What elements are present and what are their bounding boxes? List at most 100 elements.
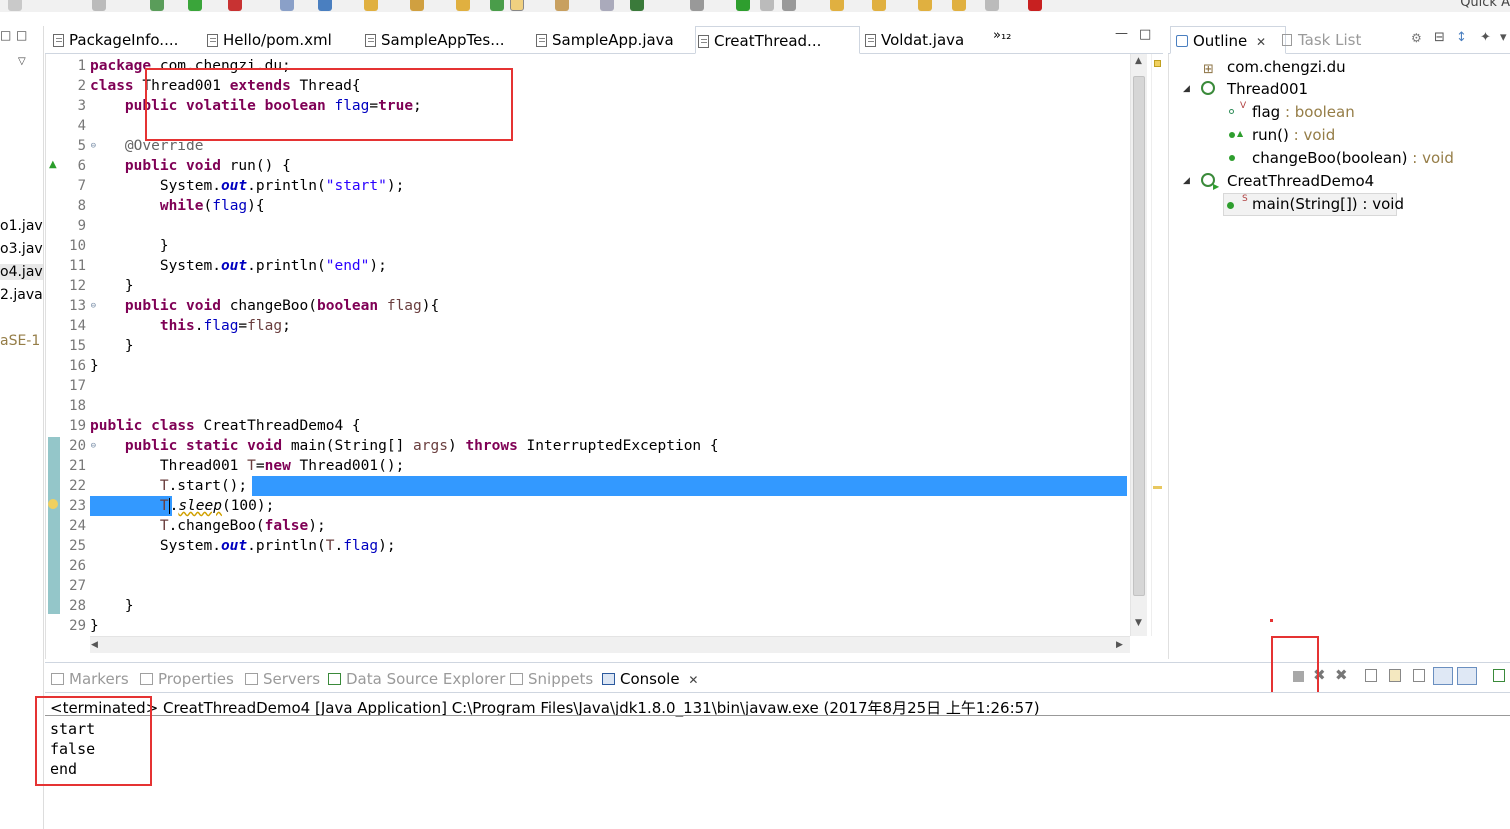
warning-marker-icon[interactable]	[1154, 60, 1161, 67]
maximize-icon[interactable]: □	[1139, 27, 1151, 42]
code-line: }	[90, 618, 99, 634]
hide-fields-icon[interactable]: ✦	[1480, 30, 1491, 45]
toolbar-icon[interactable]	[456, 0, 470, 11]
scroll-left-icon[interactable]: ◀	[91, 640, 98, 650]
toolbar-icon[interactable]	[985, 0, 999, 11]
tab-console[interactable]: Console ✕	[600, 663, 704, 693]
toolbar-icon[interactable]	[410, 0, 424, 11]
tab-outline[interactable]: Outline ✕	[1170, 26, 1286, 54]
tab-markers[interactable]: Markers	[49, 663, 129, 693]
toolbar-icon[interactable]	[1028, 0, 1042, 11]
maximize-icon[interactable]: □	[16, 28, 27, 42]
toolbar-icon[interactable]	[555, 0, 569, 11]
quick-access[interactable]: Quick A	[1460, 0, 1510, 10]
line-number: 1	[77, 58, 86, 74]
explorer-item[interactable]: 2.java	[0, 287, 43, 303]
show-on-stdout-icon[interactable]	[1433, 667, 1453, 685]
external-tools-icon[interactable]	[228, 0, 242, 11]
java-file-icon	[698, 35, 709, 48]
outline-item-package[interactable]: com.chengzi.du	[1227, 56, 1346, 78]
clear-console-icon[interactable]	[1365, 669, 1377, 682]
minimize-icon[interactable]: —	[1115, 26, 1128, 41]
resume-icon[interactable]	[736, 0, 750, 11]
toolbar-icon[interactable]	[760, 0, 774, 11]
scroll-right-icon[interactable]: ▶	[1116, 640, 1123, 650]
horizontal-scrollbar[interactable]: ◀ ▶	[90, 636, 1130, 653]
toolbar-icon[interactable]	[690, 0, 704, 11]
open-folder-icon[interactable]	[364, 0, 378, 11]
vertical-scrollbar[interactable]: ▲ ▼	[1130, 54, 1147, 636]
bottom-tab-bar: Markers Properties Servers Data Source E…	[45, 636, 1510, 719]
code-editor[interactable]: ▲ 1 2 3 4 5 6 7 8 9 10 11 12 13 14 15 16…	[45, 54, 1163, 659]
explorer-item[interactable]: aSE-1	[0, 333, 40, 349]
tab-creatthread[interactable]: CreatThread...✕	[695, 26, 877, 54]
tab-snippets[interactable]: Snippets	[508, 663, 593, 693]
tab-servers[interactable]: Servers	[243, 663, 320, 693]
sort-alpha-icon[interactable]: ↕	[1456, 30, 1467, 45]
toolbar-icon[interactable]	[782, 0, 796, 11]
close-icon[interactable]: ✕	[688, 673, 698, 687]
line-number[interactable]: 20	[46, 436, 96, 456]
show-on-stderr-icon[interactable]	[1457, 667, 1477, 685]
line-number: 16	[69, 358, 86, 374]
toolbar-icon[interactable]	[600, 0, 614, 11]
occurrence-marker-icon[interactable]	[1153, 486, 1162, 489]
line-number-ruler: ▲ 1 2 3 4 5 6 7 8 9 10 11 12 13 14 15 16…	[46, 54, 96, 636]
line-number[interactable]: 5	[46, 136, 96, 156]
tab-sampleapptest[interactable]: SampleAppTes...	[363, 26, 505, 54]
override-icon: ▲	[1237, 129, 1244, 138]
code-text[interactable]: package com.chengzi.du; class Thread001 …	[90, 54, 1127, 636]
outline-item-changeboo[interactable]: changeBoo(boolean) : void	[1252, 147, 1454, 169]
scrollbar-thumb[interactable]	[1133, 76, 1145, 596]
tab-voldat[interactable]: Voldat.java	[863, 26, 964, 54]
explorer-item[interactable]: o3.java	[0, 241, 43, 257]
toolbar-icon[interactable]	[630, 0, 644, 11]
outline-item-main[interactable]: main(String[]) : void	[1252, 193, 1404, 215]
pin-console-icon[interactable]	[1493, 669, 1505, 682]
tab-pom-xml[interactable]: Hello/pom.xml	[205, 26, 332, 54]
toolbar-icon[interactable]	[830, 0, 844, 11]
scroll-up-icon[interactable]: ▲	[1135, 56, 1142, 66]
view-menu-icon[interactable]: ▽	[18, 56, 26, 67]
minimize-icon[interactable]: □	[0, 28, 11, 42]
tab-data-source-explorer[interactable]: Data Source Explorer	[326, 663, 505, 693]
tab-overflow[interactable]: »₁₂	[993, 28, 1011, 43]
outline-item-thread001[interactable]: Thread001	[1227, 78, 1308, 100]
toolbar-icon[interactable]	[510, 0, 524, 11]
code-line: public void run() {	[124, 158, 291, 174]
outline-item-flag[interactable]: flag : boolean	[1252, 101, 1355, 123]
toolbar-icon[interactable]	[318, 0, 332, 11]
tab-task-list[interactable]: Task List	[1278, 26, 1361, 54]
line-number[interactable]: 13	[46, 296, 96, 316]
line-number: 25	[69, 538, 86, 554]
explorer-item[interactable]: o4.java	[0, 264, 43, 280]
scroll-down-icon[interactable]: ▼	[1135, 618, 1142, 628]
expand-arrow-icon[interactable]: ◢	[1183, 84, 1190, 94]
debug-icon[interactable]	[150, 0, 164, 11]
tab-properties[interactable]: Properties	[138, 663, 234, 693]
explorer-item[interactable]: o1.java	[0, 218, 43, 234]
toolbar-icon[interactable]	[490, 0, 504, 11]
word-wrap-icon[interactable]	[1413, 669, 1425, 682]
outline-item-run[interactable]: run() : void	[1252, 124, 1335, 146]
console-view[interactable]: <terminated> CreatThreadDemo4 [Java Appl…	[35, 692, 1510, 829]
outline-item-creatthreaddemo4[interactable]: CreatThreadDemo4	[1227, 170, 1374, 192]
tab-packageinfo[interactable]: PackageInfo....	[51, 26, 178, 54]
tab-sampleapp[interactable]: SampleApp.java	[534, 26, 674, 54]
close-icon[interactable]: ✕	[1256, 35, 1266, 49]
toolbar-icon[interactable]	[280, 0, 294, 11]
view-menu-icon[interactable]: ▾	[1500, 30, 1507, 45]
forward-icon[interactable]	[952, 0, 966, 11]
toolbar-icon[interactable]	[92, 0, 106, 11]
expand-arrow-icon[interactable]: ◢	[1183, 176, 1190, 186]
run-icon[interactable]	[188, 0, 202, 11]
collapse-all-icon[interactable]: ⊟	[1434, 30, 1445, 45]
toolbar-icon[interactable]	[872, 0, 886, 11]
new-icon[interactable]	[8, 0, 22, 11]
back-icon[interactable]	[918, 0, 932, 11]
sort-icon[interactable]: ⚙	[1411, 31, 1422, 45]
scroll-lock-icon[interactable]	[1389, 669, 1401, 682]
line-number: 24	[69, 518, 86, 534]
remove-all-terminated-icon[interactable]: ✖	[1335, 666, 1348, 684]
servers-icon	[245, 673, 258, 685]
